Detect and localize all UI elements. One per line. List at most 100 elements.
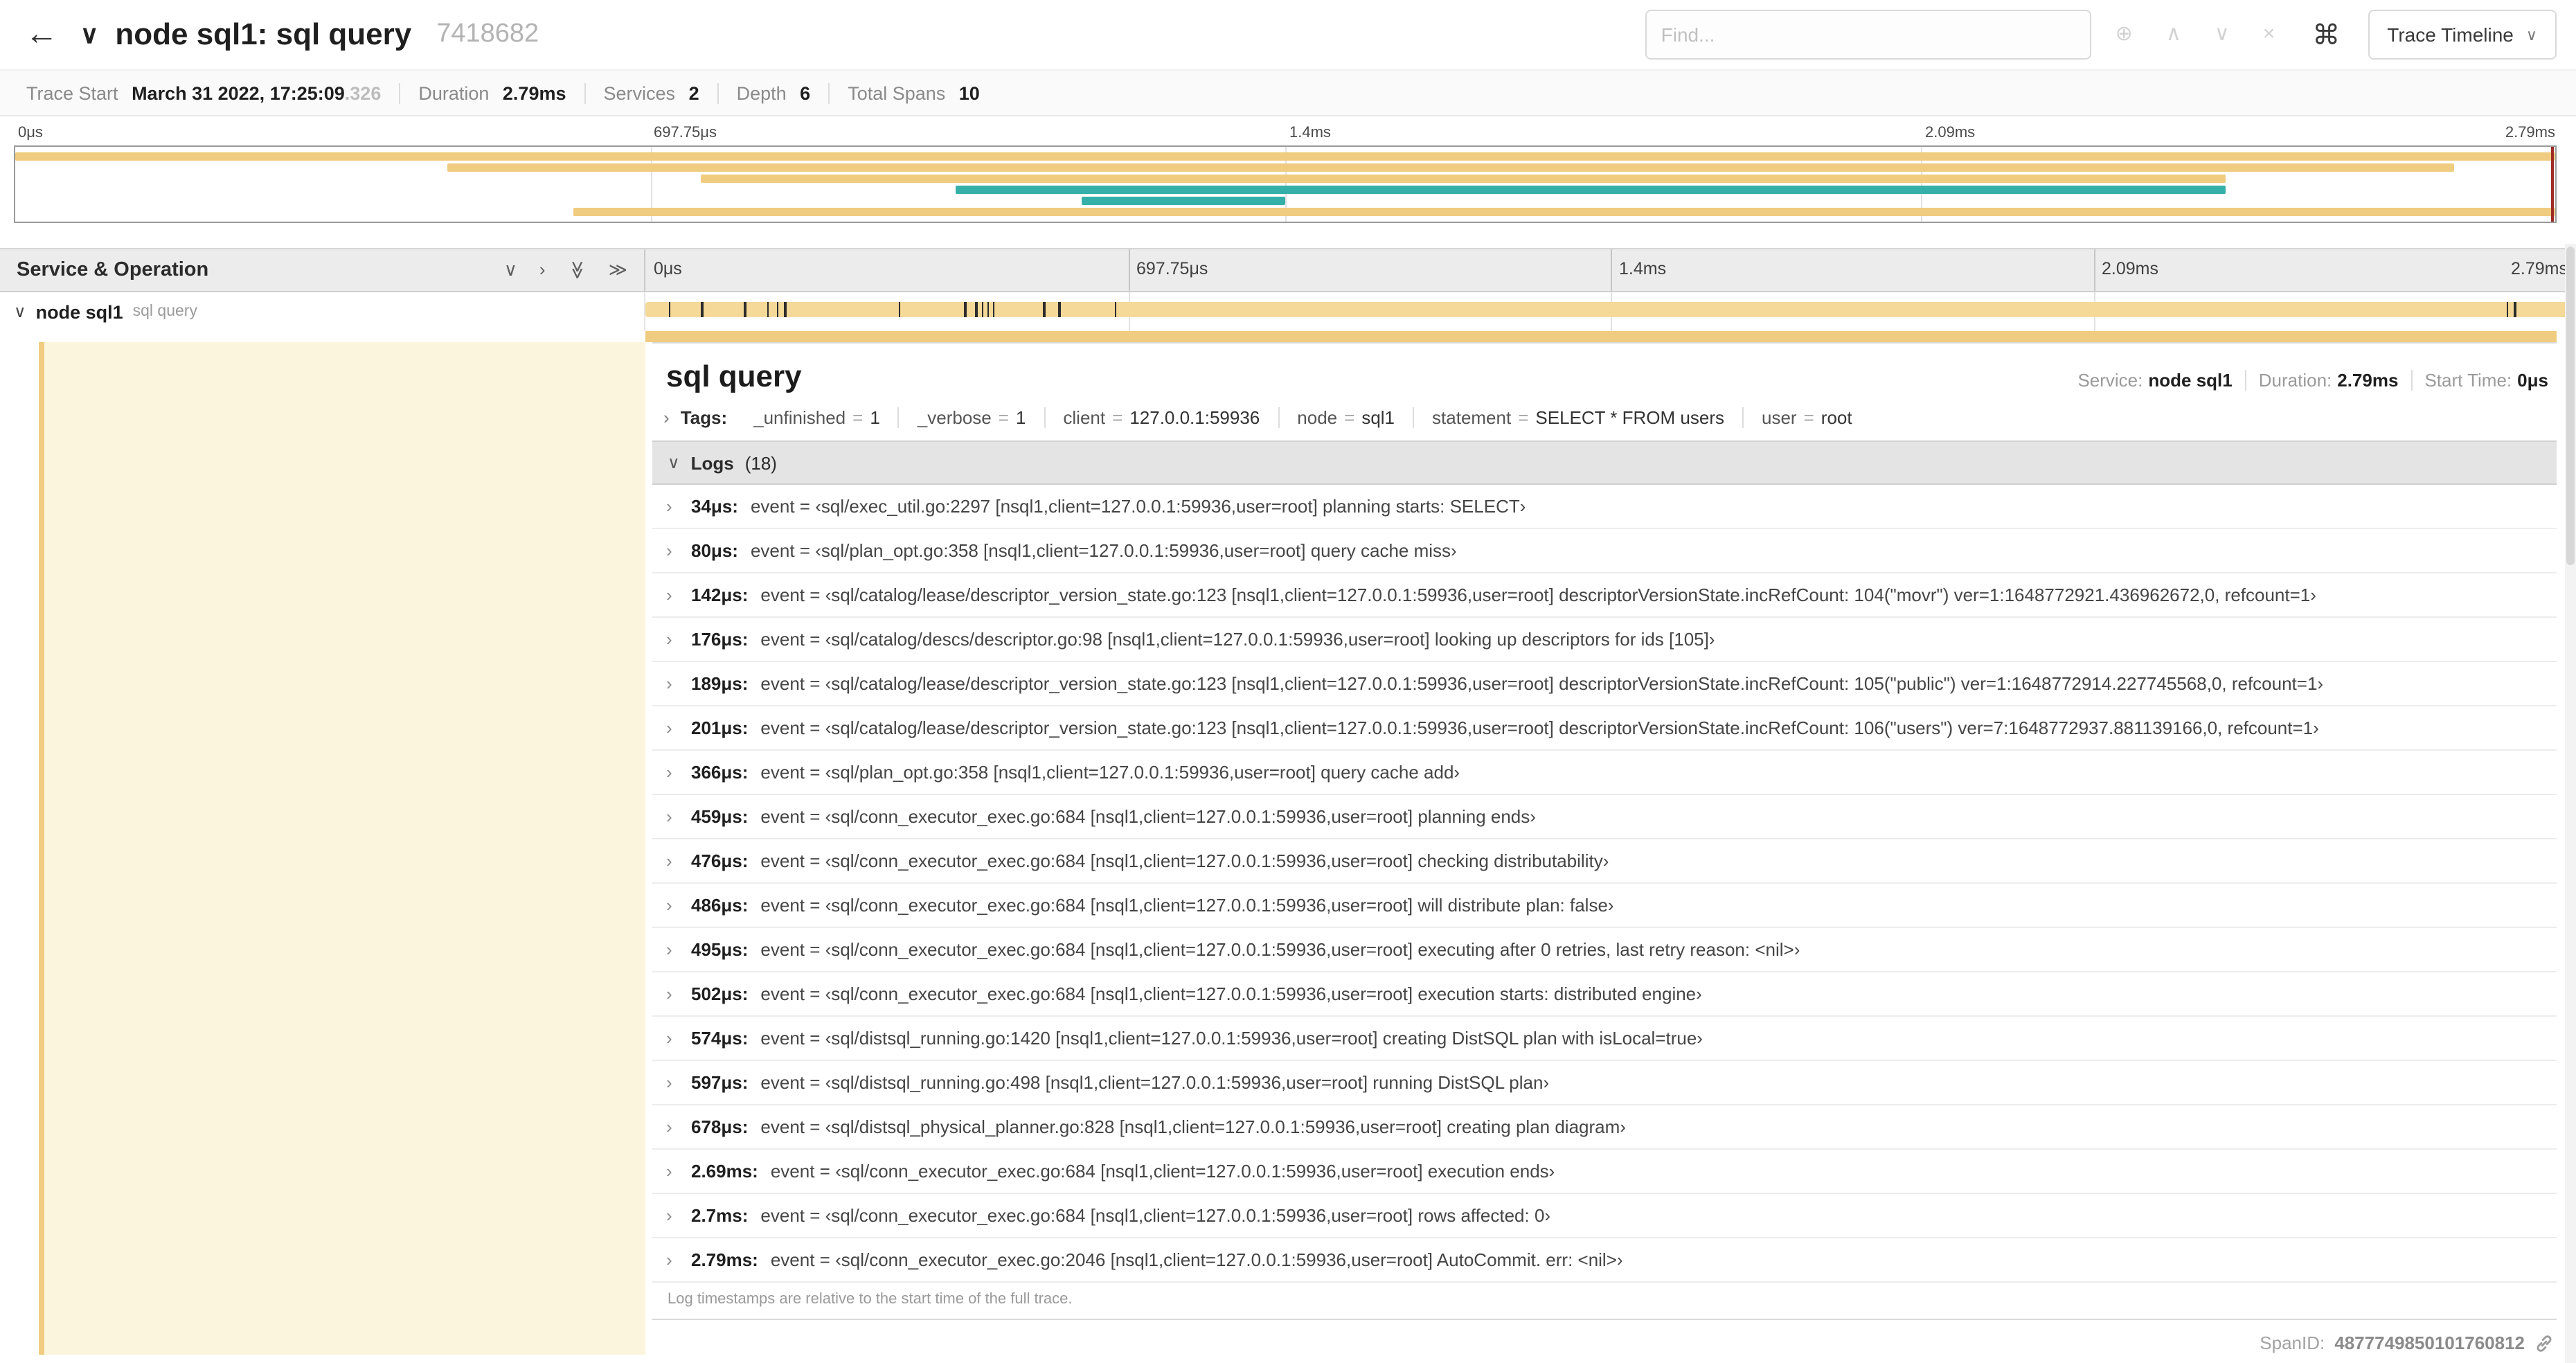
scrollbar-thumb[interactable] xyxy=(2566,247,2575,565)
span-row-name-cell[interactable]: ∨ node sql1 sql query xyxy=(0,292,645,331)
log-row[interactable]: › 80μs: event = ‹sql/plan_opt.go:358 [nsql… xyxy=(652,529,2557,573)
detail-start-value: 0μs xyxy=(2517,370,2548,391)
log-chevron-icon[interactable]: › xyxy=(666,1249,686,1270)
log-row[interactable]: › 495μs: event = ‹sql/conn_executor_exec.g… xyxy=(652,928,2557,972)
logs-chevron-icon[interactable]: ∨ xyxy=(668,453,680,472)
minimap-cursor-line[interactable] xyxy=(2551,147,2554,222)
span-detail-area: sql query Service: node sql1 Duration: 2.7… xyxy=(0,342,2576,1363)
collapse-all-icon[interactable]: ≫ xyxy=(566,260,588,279)
log-chevron-icon[interactable]: › xyxy=(666,1205,686,1226)
span-bar[interactable] xyxy=(645,302,2576,317)
log-event-text: event = ‹sql/catalog/descs/descriptor.go… xyxy=(760,629,1715,650)
clear-search-icon[interactable]: × xyxy=(2253,11,2285,58)
log-row[interactable]: › 459μs: event = ‹sql/conn_executor_exec.g… xyxy=(652,795,2557,839)
span-log-tick xyxy=(964,302,966,317)
log-timestamp: 34μs: xyxy=(691,496,738,517)
log-row[interactable]: › 142μs: event = ‹sql/catalog/lease/descri… xyxy=(652,573,2557,618)
log-chevron-icon[interactable]: › xyxy=(666,540,686,561)
span-collapse-chevron-icon[interactable]: ∨ xyxy=(14,302,26,321)
logs-count: (18) xyxy=(744,452,777,473)
log-event-text: event = ‹sql/distsql_running.go:1420 [ns… xyxy=(760,1028,1703,1049)
log-row[interactable]: › 486μs: event = ‹sql/conn_executor_exec.g… xyxy=(652,884,2557,928)
logs-section-header[interactable]: ∨ Logs (18) xyxy=(652,440,2557,485)
span-bar-cell[interactable] xyxy=(645,292,2576,331)
service-operation-title: Service & Operation xyxy=(17,259,209,281)
log-chevron-icon[interactable]: › xyxy=(666,1116,686,1137)
prev-match-icon[interactable]: ∧ xyxy=(2156,11,2191,58)
view-type-dropdown[interactable]: Trace Timeline ∨ xyxy=(2368,10,2557,60)
log-chevron-icon[interactable]: › xyxy=(666,806,686,827)
tag-equals: = xyxy=(1518,407,1529,428)
minimap-tick-labels: 0μs 697.75μs 1.4ms 2.09ms 2.79ms xyxy=(14,121,2557,145)
expand-all-icon[interactable]: ≫ xyxy=(609,259,627,281)
tag-value: root xyxy=(1821,407,1852,428)
tag-key: user xyxy=(1762,407,1797,428)
tree-controls: ∨ › ≫ ≫ xyxy=(504,259,627,281)
log-timestamp: 476μs: xyxy=(691,850,749,871)
log-timestamp: 80μs: xyxy=(691,540,738,561)
trace-collapse-chevron-icon[interactable]: ∨ xyxy=(78,20,101,49)
trace-page: ← ∨ node sql1: sql query 7418682 ⊕ ∧ ∨ ×… xyxy=(0,0,2576,1363)
log-chevron-icon[interactable]: › xyxy=(666,673,686,694)
trace-minimap: 0μs 697.75μs 1.4ms 2.09ms 2.79ms xyxy=(0,116,2576,223)
log-chevron-icon[interactable]: › xyxy=(666,1028,686,1049)
tags-label: Tags: xyxy=(680,407,728,428)
tag-item: _verbose = 1 xyxy=(900,407,1046,428)
log-timestamp: 2.69ms: xyxy=(691,1161,758,1182)
tags-chevron-icon[interactable]: › xyxy=(663,407,670,428)
minimap-tick-label: 1.4ms xyxy=(1289,125,1331,141)
log-row[interactable]: › 34μs: event = ‹sql/exec_util.go:2297 [ns… xyxy=(652,485,2557,529)
log-row[interactable]: › 2.79ms: event = ‹sql/conn_executor_exec.… xyxy=(652,1238,2557,1283)
log-chevron-icon[interactable]: › xyxy=(666,850,686,871)
log-row[interactable]: › 502μs: event = ‹sql/conn_executor_exec.g… xyxy=(652,972,2557,1017)
log-row[interactable]: › 574μs: event = ‹sql/distsql_running.go:1… xyxy=(652,1017,2557,1061)
expand-one-icon[interactable]: › xyxy=(539,259,546,281)
log-timestamp: 2.7ms: xyxy=(691,1205,749,1226)
detail-service-label: Service: xyxy=(2077,370,2143,391)
log-chevron-icon[interactable]: › xyxy=(666,629,686,650)
log-timestamp: 678μs: xyxy=(691,1116,749,1137)
minimap-canvas[interactable] xyxy=(14,145,2557,223)
minimap-tick-label: 697.75μs xyxy=(654,125,717,141)
deep-link-icon[interactable] xyxy=(2534,1333,2554,1353)
log-chevron-icon[interactable]: › xyxy=(666,496,686,517)
span-log-tick xyxy=(2514,302,2516,317)
find-input[interactable] xyxy=(1645,10,2092,60)
tags-row[interactable]: › Tags: _unfinished = 1 _verbose = 1 client = 12… xyxy=(652,403,2557,440)
log-row[interactable]: › 2.69ms: event = ‹sql/conn_executor_exec.… xyxy=(652,1150,2557,1194)
log-row[interactable]: › 201μs: event = ‹sql/catalog/lease/descri… xyxy=(652,706,2557,751)
log-row[interactable]: › 2.7ms: event = ‹sql/conn_executor_exec.g… xyxy=(652,1194,2557,1238)
scrollbar[interactable] xyxy=(2565,244,2576,1363)
circle-plus-icon[interactable]: ⊕ xyxy=(2106,11,2143,58)
log-chevron-icon[interactable]: › xyxy=(666,939,686,960)
log-chevron-icon[interactable]: › xyxy=(666,895,686,916)
log-row[interactable]: › 366μs: event = ‹sql/plan_opt.go:358 [nsq… xyxy=(652,751,2557,795)
selected-span-highlight xyxy=(39,342,645,1355)
collapse-one-icon[interactable]: ∨ xyxy=(504,259,517,281)
log-timestamp: 366μs: xyxy=(691,762,749,783)
keyboard-shortcuts-icon[interactable]: ⌘ xyxy=(2298,17,2354,52)
back-arrow-icon[interactable]: ← xyxy=(19,17,64,51)
detail-right-column: sql query Service: node sql1 Duration: 2.7… xyxy=(645,342,2557,1363)
trace-info-item: Trace Start March 31 2022, 17:25:09.326 xyxy=(8,82,401,103)
logs-list: › 34μs: event = ‹sql/exec_util.go:2297 [ns… xyxy=(652,485,2557,1283)
next-match-icon[interactable]: ∨ xyxy=(2205,11,2239,58)
log-row[interactable]: › 476μs: event = ‹sql/conn_executor_exec.g… xyxy=(652,839,2557,884)
trace-info-item: Duration 2.79ms xyxy=(400,82,586,103)
log-row[interactable]: › 176μs: event = ‹sql/catalog/descs/descri… xyxy=(652,618,2557,662)
minimap-tick-label: 0μs xyxy=(18,125,43,141)
tag-equals: = xyxy=(998,407,1009,428)
log-chevron-icon[interactable]: › xyxy=(666,983,686,1004)
span-id-value: 4877749850101760812 xyxy=(2334,1333,2525,1353)
log-row[interactable]: › 189μs: event = ‹sql/catalog/lease/descri… xyxy=(652,662,2557,706)
span-log-tick xyxy=(701,302,704,317)
log-chevron-icon[interactable]: › xyxy=(666,1072,686,1093)
log-row[interactable]: › 597μs: event = ‹sql/distsql_running.go:4… xyxy=(652,1061,2557,1105)
log-chevron-icon[interactable]: › xyxy=(666,585,686,605)
log-row[interactable]: › 678μs: event = ‹sql/distsql_physical_pla… xyxy=(652,1105,2557,1150)
trace-info-suffix: .326 xyxy=(344,82,382,103)
log-chevron-icon[interactable]: › xyxy=(666,1161,686,1182)
log-chevron-icon[interactable]: › xyxy=(666,718,686,738)
log-chevron-icon[interactable]: › xyxy=(666,762,686,783)
log-timestamp: 201μs: xyxy=(691,718,749,738)
